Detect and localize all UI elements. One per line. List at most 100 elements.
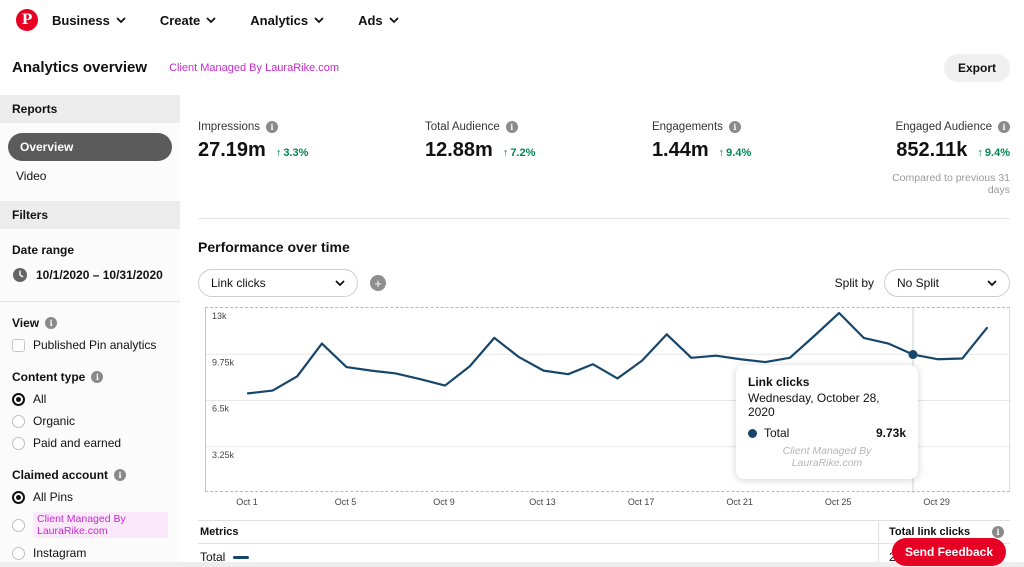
radio-selected[interactable]	[12, 491, 25, 504]
sidebar-item-overview[interactable]: Overview	[8, 133, 172, 161]
filters-section-header: Filters	[0, 201, 180, 229]
bottom-strip	[0, 562, 1024, 567]
tooltip-title: Link clicks	[748, 375, 906, 389]
sidebar-item-video[interactable]: Video	[0, 161, 180, 187]
highlighted-data-point[interactable]	[909, 350, 918, 359]
stat-impressions: Impressionsi 27.19m ↑3.3%	[198, 121, 425, 196]
radio[interactable]	[12, 519, 25, 532]
chevron-down-icon	[389, 15, 399, 25]
performance-section-title: Performance over time	[198, 239, 1010, 255]
chevron-down-icon	[116, 15, 126, 25]
tooltip-series-row: Total 9.73k	[748, 426, 906, 440]
chevron-down-icon	[206, 15, 216, 25]
nav-item-label: Business	[52, 13, 110, 28]
view-label: View i	[0, 302, 180, 334]
chart-x-axis-labels: Oct 1Oct 5Oct 9Oct 13Oct 17Oct 21Oct 25O…	[205, 492, 1010, 510]
claimed-account-label: Claimed account i	[0, 454, 180, 486]
info-icon[interactable]: i	[729, 121, 741, 133]
clock-icon	[12, 267, 28, 283]
nav-item-ads[interactable]: Ads	[358, 13, 399, 28]
option-published-pin-analytics[interactable]: Published Pin analytics	[0, 334, 180, 356]
legend-line-icon	[233, 556, 249, 559]
option-content-all[interactable]: All	[0, 388, 180, 410]
x-tick-label: Oct 5	[335, 497, 357, 507]
tooltip-date: Wednesday, October 28, 2020	[748, 391, 906, 419]
pinterest-logo-icon[interactable]: P	[16, 9, 38, 31]
stat-delta: ↑9.4%	[977, 147, 1010, 159]
add-metric-button[interactable]: +	[370, 275, 386, 291]
radio[interactable]	[12, 547, 25, 560]
radio-selected[interactable]	[12, 393, 25, 406]
info-icon[interactable]: i	[114, 469, 126, 481]
page-title: Analytics overview	[12, 59, 147, 76]
page-header: Analytics overview Client Managed By Lau…	[0, 40, 1024, 95]
metrics-column-header: Metrics	[200, 526, 239, 538]
nav-item-label: Ads	[358, 13, 383, 28]
info-icon[interactable]: i	[506, 121, 518, 133]
y-tick-label: 3.25k	[212, 450, 235, 460]
client-managed-tag: Client Managed By LauraRike.com	[169, 62, 339, 74]
option-all-pins[interactable]: All Pins	[0, 486, 180, 508]
info-icon[interactable]: i	[266, 121, 278, 133]
performance-line-chart[interactable]: 3.25k6.5k9.75k13k Link clicks Wednesday,…	[205, 307, 1010, 492]
option-client-managed[interactable]: Client Managed By LauraRike.com	[0, 508, 180, 542]
option-content-paid-earned[interactable]: Paid and earned	[0, 432, 180, 454]
tooltip-series-label: Total	[764, 426, 789, 440]
up-arrow-icon: ↑	[719, 147, 725, 159]
x-tick-label: Oct 1	[236, 497, 258, 507]
nav-item-label: Create	[160, 13, 200, 28]
checkbox[interactable]	[12, 339, 25, 352]
radio[interactable]	[12, 437, 25, 450]
date-range-value: 10/1/2020 – 10/31/2020	[36, 268, 163, 282]
info-icon[interactable]: i	[998, 121, 1010, 133]
stats-row: Impressionsi 27.19m ↑3.3% Total Audience…	[198, 95, 1010, 196]
x-tick-label: Oct 17	[628, 497, 655, 507]
nav-item-analytics[interactable]: Analytics	[250, 13, 324, 28]
option-instagram[interactable]: Instagram	[0, 542, 180, 564]
series-dot-icon	[748, 429, 757, 438]
y-tick-label: 9.75k	[212, 357, 235, 367]
stat-value: 27.19m	[198, 139, 266, 162]
date-range-picker[interactable]: 10/1/2020 – 10/31/2020	[0, 261, 180, 293]
table-header-row: Metrics Total link clicks i	[198, 521, 1010, 544]
tooltip-footnote: Client Managed By LauraRike.com	[748, 445, 906, 469]
radio[interactable]	[12, 415, 25, 428]
value-column-header: Total link clicks	[889, 526, 970, 538]
stat-delta: ↑7.2%	[503, 147, 536, 159]
option-content-organic[interactable]: Organic	[0, 410, 180, 432]
metric-dropdown[interactable]: Link clicks	[198, 269, 358, 297]
metrics-table: Metrics Total link clicks i Total 280,23…	[198, 520, 1010, 567]
export-button[interactable]: Export	[944, 54, 1010, 82]
top-nav: P Business Create Analytics Ads	[0, 0, 1024, 40]
chevron-down-icon	[314, 15, 324, 25]
up-arrow-icon: ↑	[276, 147, 282, 159]
nav-item-business[interactable]: Business	[52, 13, 126, 28]
tooltip-value: 9.73k	[876, 426, 906, 440]
content-type-label: Content type i	[0, 356, 180, 388]
divider	[198, 218, 1010, 219]
info-icon[interactable]: i	[45, 317, 57, 329]
split-by-dropdown[interactable]: No Split	[884, 269, 1010, 297]
send-feedback-button[interactable]: Send Feedback	[892, 538, 1006, 566]
info-icon[interactable]: i	[91, 371, 103, 383]
info-icon[interactable]: i	[992, 526, 1004, 538]
nav-item-create[interactable]: Create	[160, 13, 216, 28]
x-tick-label: Oct 13	[529, 497, 556, 507]
x-tick-label: Oct 9	[433, 497, 455, 507]
stat-value: 1.44m	[652, 139, 709, 162]
compare-note: Compared to previous 31 days	[870, 172, 1010, 196]
stat-value: 12.88m	[425, 139, 493, 162]
chevron-down-icon	[335, 278, 345, 288]
y-tick-label: 13k	[212, 311, 227, 321]
stat-delta: ↑3.3%	[276, 147, 309, 159]
chevron-down-icon	[987, 278, 997, 288]
sidebar: Reports Overview Video Filters Date rang…	[0, 95, 180, 567]
stat-engaged-audience: Engaged Audiencei 852.11k ↑9.4% Compared…	[870, 121, 1010, 196]
stat-total-audience: Total Audiencei 12.88m ↑7.2%	[425, 121, 652, 196]
x-tick-label: Oct 29	[923, 497, 950, 507]
date-range-label: Date range	[0, 229, 180, 261]
main-content: Impressionsi 27.19m ↑3.3% Total Audience…	[180, 95, 1024, 567]
up-arrow-icon: ↑	[503, 147, 509, 159]
split-by-label: Split by	[835, 276, 874, 290]
nav-item-label: Analytics	[250, 13, 308, 28]
